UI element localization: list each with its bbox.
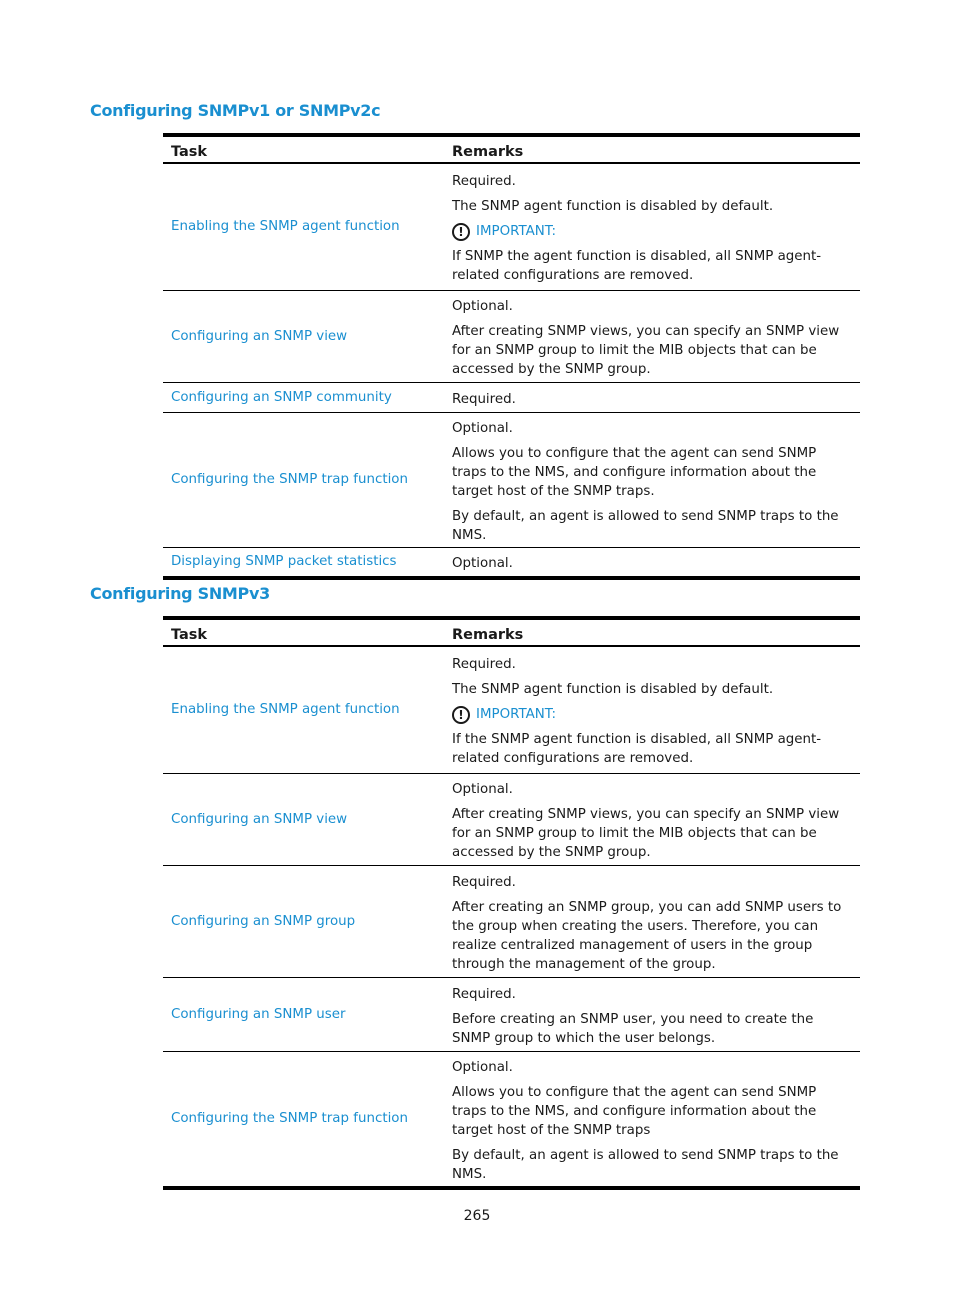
task-cell: Enabling the SNMP agent function	[163, 646, 444, 774]
task-link-trap-function[interactable]: Configuring the SNMP trap function	[171, 472, 408, 487]
remark-text: Optional.	[452, 1059, 513, 1075]
remarks-cell: Required.	[444, 382, 860, 413]
table-row: Configuring the SNMP trap function Optio…	[163, 1051, 860, 1190]
section-heading-snmpv1-v2c: Configuring SNMPv1 or SNMPv2c	[90, 101, 381, 120]
table-row: Configuring an SNMP view Optional. After…	[163, 290, 860, 383]
remark-text: Optional.	[452, 299, 513, 314]
task-cell: Enabling the SNMP agent function	[163, 163, 444, 291]
header-remarks: Remarks	[444, 133, 860, 164]
remark-text: Required.	[452, 391, 516, 407]
remark-text: By default, an agent is allowed to send …	[452, 1147, 839, 1182]
table-header-row: Task Remarks	[163, 133, 860, 164]
remark-text: After creating SNMP views, you can speci…	[452, 324, 840, 377]
task-link-snmp-user[interactable]: Configuring an SNMP user	[171, 1007, 345, 1022]
remark-text: After creating an SNMP group, you can ad…	[452, 899, 842, 972]
important-text: If the SNMP agent function is disabled, …	[452, 732, 822, 767]
task-link-snmp-community[interactable]: Configuring an SNMP community	[171, 390, 392, 405]
remarks-cell: Required. The SNMP agent function is dis…	[444, 646, 860, 774]
remarks-cell: Optional. Allows you to configure that t…	[444, 1051, 860, 1190]
important-label: IMPORTANT:	[476, 707, 556, 723]
task-link-packet-statistics[interactable]: Displaying SNMP packet statistics	[171, 554, 397, 569]
remark-text: Required.	[452, 174, 516, 190]
important-note-label: ! IMPORTANT:	[452, 222, 852, 241]
remark-text: The SNMP agent function is disabled by d…	[452, 199, 774, 215]
remarks-cell: Required. The SNMP agent function is dis…	[444, 163, 860, 291]
table-row: Configuring the SNMP trap function Optio…	[163, 412, 860, 548]
remarks-cell: Optional. After creating SNMP views, you…	[444, 773, 860, 866]
task-cell: Configuring an SNMP group	[163, 865, 444, 978]
task-link-snmp-view[interactable]: Configuring an SNMP view	[171, 329, 347, 344]
header-remarks: Remarks	[444, 616, 860, 647]
table-row: Configuring an SNMP user Required. Befor…	[163, 977, 860, 1052]
remark-text: Required.	[452, 657, 516, 673]
remark-text: Optional.	[452, 556, 513, 572]
task-link-snmp-group[interactable]: Configuring an SNMP group	[171, 914, 355, 929]
table-row: Configuring an SNMP community Required.	[163, 382, 860, 413]
table-row: Enabling the SNMP agent function Require…	[163, 646, 860, 774]
important-text: If SNMP the agent function is disabled, …	[452, 249, 822, 284]
table-row: Configuring an SNMP group Required. Afte…	[163, 865, 860, 978]
task-cell: Configuring an SNMP view	[163, 773, 444, 866]
exclamation-circle-icon: !	[452, 222, 470, 241]
remarks-cell: Required. After creating an SNMP group, …	[444, 865, 860, 978]
snmpv3-task-table: Task Remarks Enabling the SNMP agent fun…	[163, 616, 860, 1190]
remarks-cell: Required. Before creating an SNMP user, …	[444, 977, 860, 1052]
remark-text: Before creating an SNMP user, you need t…	[452, 1011, 814, 1046]
section-heading-snmpv3: Configuring SNMPv3	[90, 584, 270, 603]
remark-text: Allows you to configure that the agent c…	[452, 1084, 817, 1138]
remark-text: Required.	[452, 874, 516, 890]
remark-text: Optional.	[452, 782, 513, 797]
exclamation-circle-icon: !	[452, 705, 470, 724]
remark-text: Allows you to configure that the agent c…	[452, 445, 817, 499]
remark-text: Optional.	[452, 420, 513, 436]
table-header-row: Task Remarks	[163, 616, 860, 647]
page-number: 265	[463, 1208, 491, 1224]
task-cell: Configuring an SNMP view	[163, 290, 444, 383]
table-row: Enabling the SNMP agent function Require…	[163, 163, 860, 291]
task-link-trap-function[interactable]: Configuring the SNMP trap function	[171, 1111, 408, 1126]
remark-text: Required.	[452, 986, 516, 1002]
task-cell: Configuring the SNMP trap function	[163, 1051, 444, 1190]
header-task: Task	[163, 616, 444, 647]
important-label: IMPORTANT:	[476, 224, 556, 240]
snmpv1-v2c-task-table: Task Remarks Enabling the SNMP agent fun…	[163, 133, 860, 580]
task-link-snmp-view[interactable]: Configuring an SNMP view	[171, 812, 347, 827]
remark-text: After creating SNMP views, you can speci…	[452, 807, 840, 860]
task-cell: Displaying SNMP packet statistics	[163, 547, 444, 580]
remarks-cell: Optional.	[444, 547, 860, 580]
remark-text: By default, an agent is allowed to send …	[452, 508, 839, 543]
task-cell: Configuring the SNMP trap function	[163, 412, 444, 548]
task-cell: Configuring an SNMP user	[163, 977, 444, 1052]
remarks-cell: Optional. Allows you to configure that t…	[444, 412, 860, 548]
remarks-cell: Optional. After creating SNMP views, you…	[444, 290, 860, 383]
remark-text: The SNMP agent function is disabled by d…	[452, 682, 774, 698]
task-link-enable-agent[interactable]: Enabling the SNMP agent function	[171, 219, 400, 234]
important-note-label: ! IMPORTANT:	[452, 705, 852, 724]
task-cell: Configuring an SNMP community	[163, 382, 444, 413]
task-link-enable-agent[interactable]: Enabling the SNMP agent function	[171, 702, 400, 717]
table-row: Displaying SNMP packet statistics Option…	[163, 547, 860, 580]
header-task: Task	[163, 133, 444, 164]
table-row: Configuring an SNMP view Optional. After…	[163, 773, 860, 866]
